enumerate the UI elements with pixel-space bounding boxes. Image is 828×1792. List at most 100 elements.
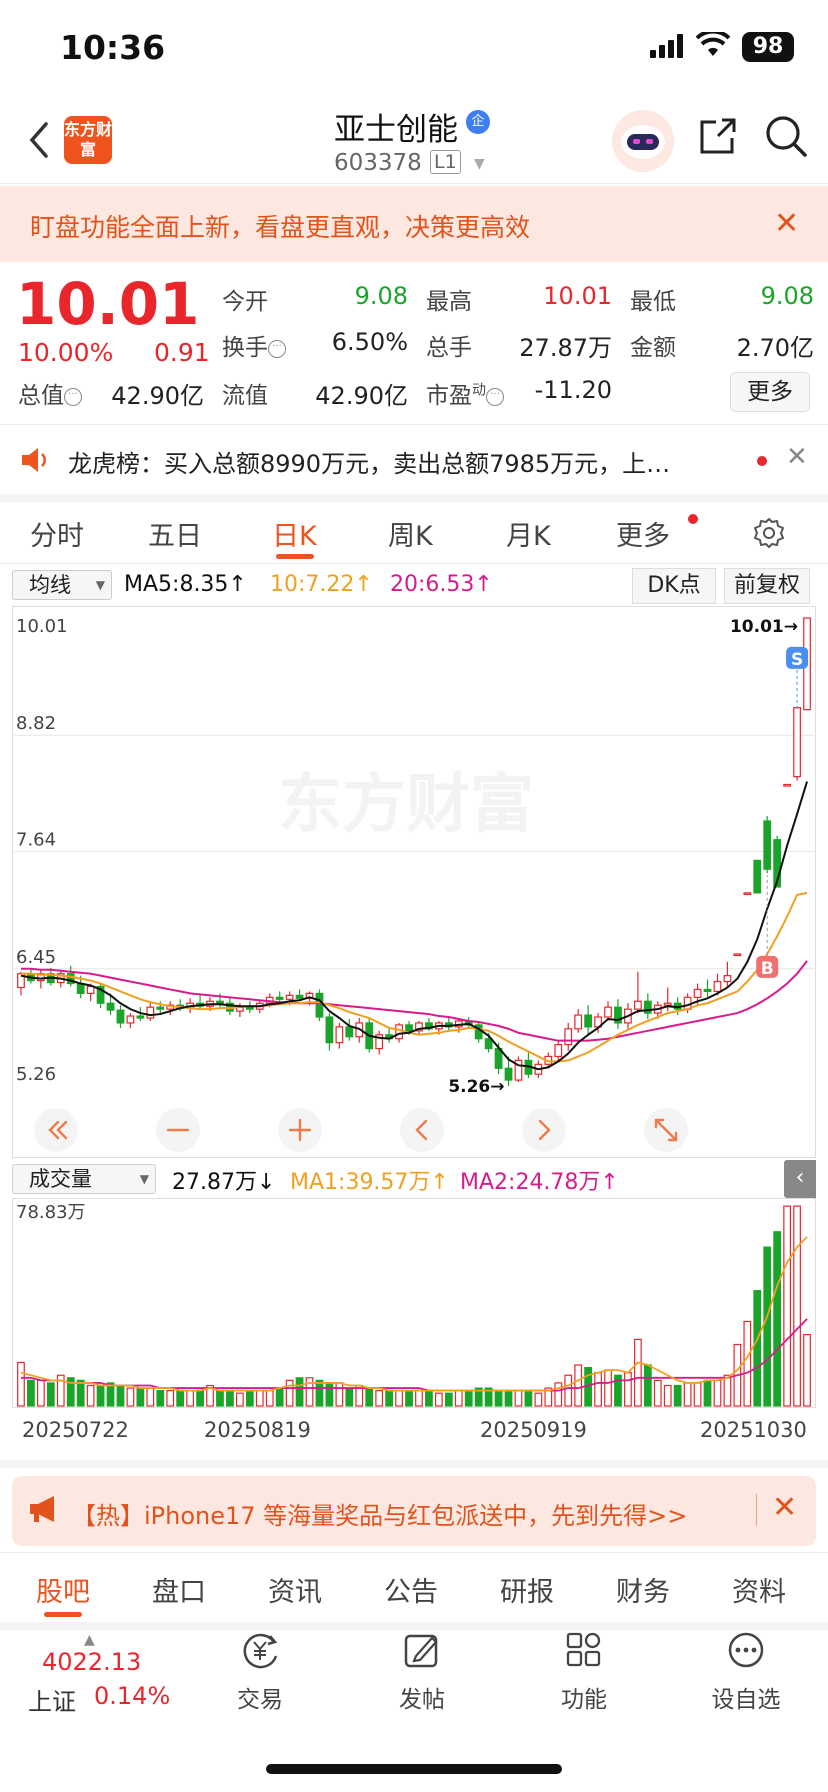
info-icon[interactable]: ··· <box>64 388 82 406</box>
volume-bar <box>415 1390 423 1407</box>
candle-body <box>156 1006 165 1010</box>
tab-intraday[interactable]: 分时 <box>30 514 84 553</box>
candle-body <box>345 1026 354 1038</box>
scroll-left-icon[interactable] <box>400 1108 444 1152</box>
back-arrow-icon[interactable] <box>26 120 52 160</box>
tab-five-day[interactable]: 五日 <box>148 514 202 553</box>
add-watchlist-button[interactable]: 设自选 <box>686 1630 806 1714</box>
volume-bar <box>783 1205 792 1407</box>
volume-bar <box>454 1390 463 1407</box>
caret-up-icon[interactable]: ▲ <box>84 1632 95 1648</box>
close-icon[interactable]: ✕ <box>786 442 808 472</box>
close-icon[interactable]: ✕ <box>774 206 799 241</box>
control-bg <box>522 1108 566 1152</box>
candlestick-chart[interactable]: 10.01 8.82 7.64 6.45 5.26 东方财富 10.01→ 5.26→ S B <box>12 606 816 1158</box>
volume-indicator-dropdown[interactable]: 成交量 ▼ <box>12 1164 156 1194</box>
volume-bar <box>763 1246 772 1407</box>
scroll-right-icon[interactable] <box>522 1108 566 1152</box>
gear-icon[interactable] <box>752 516 786 550</box>
volume-chart[interactable]: 78.83万 <box>12 1198 816 1408</box>
volume-value: 27.87万 <box>519 334 612 362</box>
tab-profile[interactable]: 资料 <box>732 1570 786 1609</box>
forward-adjust-button[interactable]: 前复权 <box>724 568 810 604</box>
index-name[interactable]: 上证 <box>28 1682 76 1717</box>
volume-label: 总手 <box>426 335 472 361</box>
tab-orderbook[interactable]: 盘口 <box>152 1570 206 1609</box>
volume-bar <box>136 1387 145 1407</box>
mktcap-label: 总值 ··· <box>18 376 82 410</box>
fullscreen-icon[interactable] <box>644 1108 688 1152</box>
close-icon[interactable]: ✕ <box>772 1490 797 1525</box>
candle-body <box>733 953 742 957</box>
index-percent[interactable]: 0.14% <box>94 1682 170 1710</box>
divider <box>0 1552 828 1553</box>
info-icon[interactable]: ··· <box>268 340 286 358</box>
volume-bar <box>96 1384 105 1407</box>
volume-bar <box>554 1382 563 1407</box>
period-tabs: 分时 五日 日K 周K 月K 更多 <box>0 502 828 564</box>
pe-label: 市盈动 ··· <box>426 376 504 410</box>
promo-banner[interactable]: 【热】iPhone17 等海量奖品与红包派送中，先到先得>> ✕ <box>12 1476 816 1546</box>
chevron-down-icon[interactable]: ▼ <box>474 156 485 172</box>
high-value: 10.01 <box>543 282 612 310</box>
level-badge[interactable]: L1 <box>430 150 461 174</box>
volume-bar <box>703 1379 712 1407</box>
volume-bar <box>673 1384 682 1407</box>
more-dots-icon <box>728 1632 764 1668</box>
candle-body <box>484 1038 493 1050</box>
dragon-tiger-banner[interactable]: 龙虎榜：买入总额8990万元，卖出总额7985万元，上… ✕ <box>0 428 828 492</box>
low-label: 最低 <box>630 289 676 315</box>
volume-bar <box>275 1387 284 1407</box>
candle-body <box>554 1044 563 1058</box>
y-axis-label: 5.26 <box>16 1064 56 1085</box>
app-logo[interactable]: 东方财富 <box>64 116 112 164</box>
float-value: 42.90亿 <box>315 382 408 410</box>
candle-body <box>325 1016 334 1044</box>
collapse-button[interactable]: ‹ <box>784 1160 816 1198</box>
volume-bar <box>773 1231 782 1407</box>
tab-daily-k[interactable]: 日K <box>272 514 317 553</box>
active-tab-indicator <box>44 1612 82 1617</box>
bottom-bar: ▲ 4022.13 上证 0.14% 交易 发帖 功能 设自选 <box>0 1630 828 1750</box>
volume-bar <box>76 1379 85 1407</box>
max-price-annotation: 10.01→ <box>730 617 798 637</box>
amount-label: 金额 <box>630 335 676 361</box>
quote-panel: 10.01 10.00% 0.91 今开 9.08 最高 10.01 最低 9.… <box>0 262 828 424</box>
tab-forum[interactable]: 股吧 <box>36 1570 90 1609</box>
volume-bar <box>235 1392 244 1407</box>
volume-bar <box>693 1382 702 1407</box>
trade-label: 交易 <box>237 1687 283 1713</box>
zoom-out-icon[interactable] <box>156 1108 200 1152</box>
volume-bar <box>514 1390 523 1407</box>
volume-bar <box>643 1364 652 1407</box>
search-icon[interactable] <box>764 114 808 158</box>
volume-bar <box>385 1390 394 1407</box>
tab-announcements[interactable]: 公告 <box>384 1570 438 1609</box>
volume-bar <box>624 1372 632 1407</box>
scroll-left-fast-icon[interactable] <box>34 1108 78 1152</box>
dk-point-button[interactable]: DK点 <box>632 568 716 604</box>
control-bg <box>34 1108 78 1152</box>
date-label: 20250919 <box>480 1418 587 1442</box>
volume-bar <box>425 1390 433 1407</box>
tab-weekly-k[interactable]: 周K <box>388 514 433 553</box>
tab-finance[interactable]: 财务 <box>616 1570 670 1609</box>
functions-button[interactable]: 功能 <box>524 1630 644 1714</box>
tab-research[interactable]: 研报 <box>500 1570 554 1609</box>
robot-icon <box>621 125 665 159</box>
volume-max-label: 78.83万 <box>16 1202 86 1223</box>
trade-button[interactable]: 交易 <box>200 1630 320 1714</box>
share-icon[interactable] <box>696 114 740 158</box>
tab-more[interactable]: 更多 <box>616 514 670 553</box>
volume-ma1: MA1:39.57万↑ <box>290 1170 449 1195</box>
feature-notice-banner[interactable]: 盯盘功能全面上新，看盘更直观，决策更高效 ✕ <box>0 186 828 262</box>
zoom-in-icon[interactable] <box>278 1108 322 1152</box>
tab-monthly-k[interactable]: 月K <box>506 514 551 553</box>
ai-assistant-avatar[interactable] <box>612 110 674 172</box>
float-label: 流值 <box>222 383 268 409</box>
indicator-dropdown[interactable]: 均线 ▼ <box>12 570 112 600</box>
tab-news[interactable]: 资讯 <box>268 1570 322 1609</box>
more-button[interactable]: 更多 <box>730 372 810 412</box>
index-value[interactable]: 4022.13 <box>42 1648 141 1676</box>
post-button[interactable]: 发帖 <box>362 1630 482 1714</box>
